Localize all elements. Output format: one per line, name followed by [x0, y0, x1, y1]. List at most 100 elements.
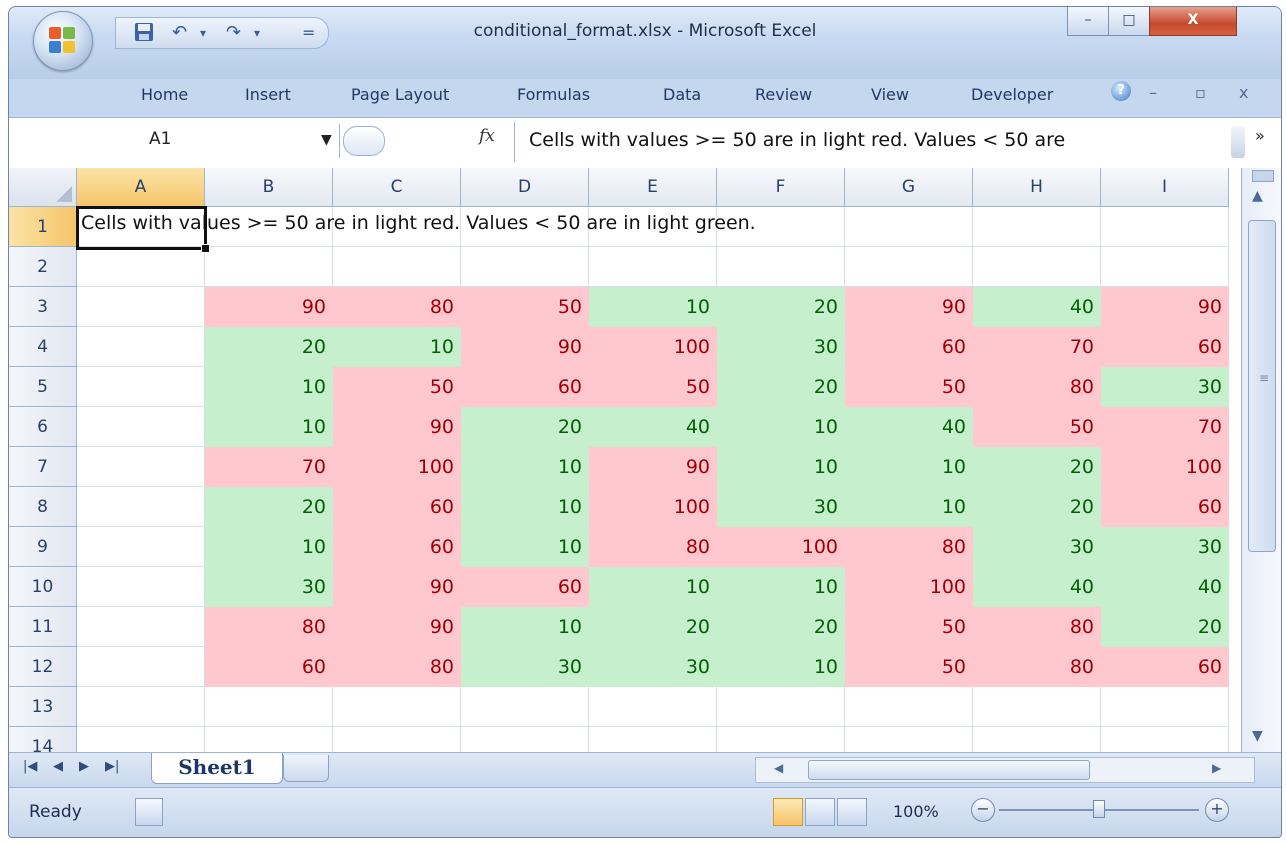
close-button[interactable]: X [1149, 7, 1237, 36]
row-header-3[interactable]: 3 [9, 287, 77, 327]
formula-bar-scroll[interactable] [1231, 126, 1245, 158]
cell-a10[interactable] [77, 567, 205, 607]
cell-a13[interactable] [77, 687, 205, 727]
column-header-d[interactable]: D [461, 168, 589, 207]
cell-c13[interactable] [333, 687, 461, 727]
cell-h14[interactable] [973, 727, 1101, 752]
split-box[interactable] [1252, 170, 1274, 182]
tab-view[interactable]: View [871, 85, 909, 104]
scroll-down-icon[interactable]: ▼ [1252, 728, 1263, 744]
cell-e9[interactable]: 80 [589, 527, 717, 567]
cell-f3[interactable]: 20 [717, 287, 845, 327]
cell-a3[interactable] [77, 287, 205, 327]
cell-g4[interactable]: 60 [845, 327, 973, 367]
cell-e6[interactable]: 40 [589, 407, 717, 447]
cell-a6[interactable] [77, 407, 205, 447]
cell-g13[interactable] [845, 687, 973, 727]
cell-a9[interactable] [77, 527, 205, 567]
row-header-10[interactable]: 10 [9, 567, 77, 607]
cell-h10[interactable]: 40 [973, 567, 1101, 607]
column-header-f[interactable]: F [717, 168, 845, 207]
tab-page-layout[interactable]: Page Layout [351, 85, 449, 104]
cell-i7[interactable]: 100 [1101, 447, 1229, 487]
cell-a8[interactable] [77, 487, 205, 527]
column-header-b[interactable]: B [205, 168, 333, 207]
cell-d4[interactable]: 90 [461, 327, 589, 367]
cell-h6[interactable]: 50 [973, 407, 1101, 447]
cell-f4[interactable]: 30 [717, 327, 845, 367]
tab-developer[interactable]: Developer [971, 85, 1053, 104]
cell-i8[interactable]: 60 [1101, 487, 1229, 527]
cell-e11[interactable]: 20 [589, 607, 717, 647]
workbook-minimize-button[interactable]: – [1149, 83, 1157, 102]
cell-c10[interactable]: 90 [333, 567, 461, 607]
cell-d12[interactable]: 30 [461, 647, 589, 687]
cell-g10[interactable]: 100 [845, 567, 973, 607]
cell-e5[interactable]: 50 [589, 367, 717, 407]
row-header-11[interactable]: 11 [9, 607, 77, 647]
cell-g5[interactable]: 50 [845, 367, 973, 407]
cell-h5[interactable]: 80 [973, 367, 1101, 407]
cell-c4[interactable]: 10 [333, 327, 461, 367]
cell-e7[interactable]: 90 [589, 447, 717, 487]
cell-d5[interactable]: 60 [461, 367, 589, 407]
cell-a11[interactable] [77, 607, 205, 647]
insert-sheet-icon[interactable] [283, 755, 329, 782]
cell-c3[interactable]: 80 [333, 287, 461, 327]
cell-d2[interactable] [461, 247, 589, 287]
cell-e12[interactable]: 30 [589, 647, 717, 687]
row-header-8[interactable]: 8 [9, 487, 77, 527]
row-header-12[interactable]: 12 [9, 647, 77, 687]
cell-f8[interactable]: 30 [717, 487, 845, 527]
cell-a12[interactable] [77, 647, 205, 687]
cell-f5[interactable]: 20 [717, 367, 845, 407]
column-header-g[interactable]: G [845, 168, 973, 207]
cell-f7[interactable]: 10 [717, 447, 845, 487]
horizontal-scroll-thumb[interactable] [808, 760, 1090, 780]
cell-h13[interactable] [973, 687, 1101, 727]
page-break-view-button[interactable] [837, 798, 867, 826]
tab-home[interactable]: Home [141, 85, 188, 104]
cell-c5[interactable]: 50 [333, 367, 461, 407]
zoom-out-button[interactable]: − [971, 798, 995, 822]
cell-c14[interactable] [333, 727, 461, 752]
cell-i11[interactable]: 20 [1101, 607, 1229, 647]
row-header-7[interactable]: 7 [9, 447, 77, 487]
vertical-scroll-thumb[interactable]: ≡ [1248, 220, 1276, 552]
cell-b9[interactable]: 10 [205, 527, 333, 567]
cell-h8[interactable]: 20 [973, 487, 1101, 527]
row-header-9[interactable]: 9 [9, 527, 77, 567]
prev-sheet-icon[interactable]: ◀ [53, 759, 63, 774]
cell-g8[interactable]: 10 [845, 487, 973, 527]
cell-i10[interactable]: 40 [1101, 567, 1229, 607]
cell-h11[interactable]: 80 [973, 607, 1101, 647]
cell-d7[interactable]: 10 [461, 447, 589, 487]
cell-c11[interactable]: 90 [333, 607, 461, 647]
page-layout-view-button[interactable] [805, 798, 835, 826]
cell-d6[interactable]: 20 [461, 407, 589, 447]
normal-view-button[interactable] [773, 798, 803, 826]
cell-c6[interactable]: 90 [333, 407, 461, 447]
cell-a14[interactable] [77, 727, 205, 752]
cell-h3[interactable]: 40 [973, 287, 1101, 327]
cell-h12[interactable]: 80 [973, 647, 1101, 687]
sheet-tab-sheet1[interactable]: Sheet1 [151, 753, 283, 784]
cell-a2[interactable] [77, 247, 205, 287]
cell-i9[interactable]: 30 [1101, 527, 1229, 567]
cell-e4[interactable]: 100 [589, 327, 717, 367]
row-header-2[interactable]: 2 [9, 247, 77, 287]
cell-h2[interactable] [973, 247, 1101, 287]
cell-h9[interactable]: 30 [973, 527, 1101, 567]
cell-f10[interactable]: 10 [717, 567, 845, 607]
cell-a5[interactable] [77, 367, 205, 407]
cell-i5[interactable]: 30 [1101, 367, 1229, 407]
tab-data[interactable]: Data [663, 85, 701, 104]
last-sheet-icon[interactable]: ▶| [105, 759, 119, 774]
cell-i3[interactable]: 90 [1101, 287, 1229, 327]
cell-i2[interactable] [1101, 247, 1229, 287]
cell-b13[interactable] [205, 687, 333, 727]
row-header-13[interactable]: 13 [9, 687, 77, 727]
cell-b12[interactable]: 60 [205, 647, 333, 687]
zoom-slider-thumb[interactable] [1093, 800, 1105, 818]
cell-a4[interactable] [77, 327, 205, 367]
